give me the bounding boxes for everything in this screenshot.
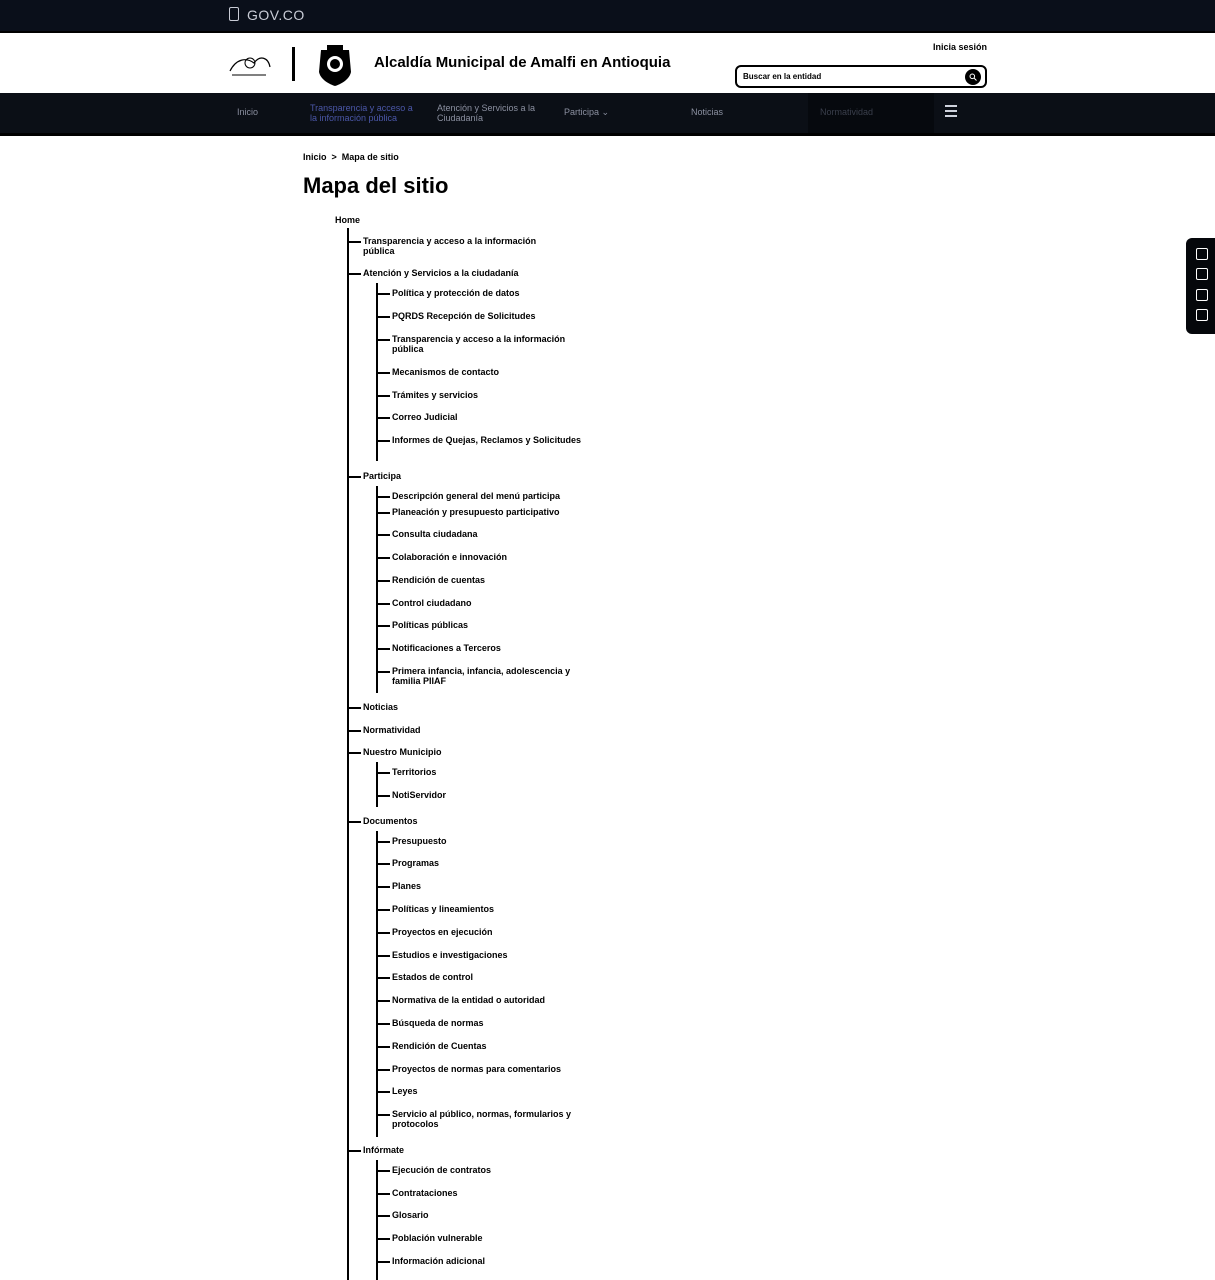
sitemap-link[interactable]: Población vulnerable bbox=[378, 1233, 582, 1243]
sitemap-root-home[interactable]: Home bbox=[335, 215, 360, 225]
sitemap-link[interactable]: Proyectos de normas para comentarios bbox=[378, 1064, 582, 1074]
site-title[interactable]: Alcaldía Municipal de Amalfi en Antioqui… bbox=[374, 54, 670, 71]
govco-icon bbox=[229, 7, 239, 21]
sitemap-transparencia[interactable]: Transparencia y acceso a la información … bbox=[349, 236, 553, 256]
breadcrumb-separator: > bbox=[331, 152, 337, 162]
breadcrumb: Inicio > Mapa de sitio bbox=[303, 152, 399, 162]
sitemap-link[interactable]: Control ciudadano bbox=[378, 598, 582, 608]
govco-link[interactable]: GOV.CO bbox=[229, 7, 305, 23]
nav-atencion[interactable]: Atención y Servicios a la Ciudadanía bbox=[437, 103, 547, 123]
tree-line-municipio bbox=[376, 762, 378, 807]
contrast-icon[interactable] bbox=[1196, 248, 1208, 260]
government-logo[interactable] bbox=[226, 49, 274, 81]
sitemap-link[interactable]: Transparencia y acceso a la información … bbox=[378, 334, 582, 354]
sitemap-link[interactable]: PQRDS Recepción de Solicitudes bbox=[378, 311, 582, 321]
sitemap-link[interactable]: Proyectos en ejecución bbox=[378, 927, 582, 937]
sitemap-link[interactable]: NotiServidor bbox=[378, 790, 582, 800]
accessibility-center-icon[interactable] bbox=[1196, 309, 1208, 321]
search-input[interactable]: Buscar en la entidad bbox=[743, 72, 821, 81]
sitemap-link[interactable]: Informes de Quejas, Reclamos y Solicitud… bbox=[378, 435, 582, 445]
sitemap-link[interactable]: Territorios bbox=[378, 767, 582, 777]
sitemap-link[interactable]: Glosario bbox=[378, 1210, 582, 1220]
sitemap-documentos[interactable]: Documentos bbox=[349, 816, 553, 826]
sitemap-normatividad[interactable]: Normatividad bbox=[349, 725, 553, 735]
search-icon bbox=[969, 73, 977, 81]
sitemap-link[interactable]: Rendición de Cuentas bbox=[378, 1041, 582, 1051]
search-box[interactable]: Buscar en la entidad bbox=[735, 65, 987, 88]
sitemap-link[interactable]: Rendición de cuentas bbox=[378, 575, 582, 585]
nav-noticias[interactable]: Noticias bbox=[691, 107, 723, 117]
sitemap-link[interactable]: Políticas públicas bbox=[378, 620, 582, 630]
nav-normatividad[interactable]: Normatividad bbox=[808, 93, 934, 133]
gov-topbar: GOV.CO bbox=[0, 0, 1215, 31]
nav-participa[interactable]: Participa ⌄ bbox=[564, 107, 609, 117]
font-size-decrease-icon[interactable] bbox=[1196, 289, 1208, 301]
sitemap-link[interactable]: Normativa de la entidad o autoridad bbox=[378, 995, 582, 1005]
municipal-seal-logo[interactable] bbox=[313, 42, 357, 88]
sitemap-link[interactable]: Correo Judicial bbox=[378, 412, 582, 422]
sitemap-link[interactable]: Planeación y presupuesto participativo bbox=[378, 507, 582, 517]
sitemap-informate[interactable]: Infórmate bbox=[349, 1145, 553, 1155]
nav-transparencia[interactable]: Transparencia y acceso a la información … bbox=[310, 103, 420, 123]
sitemap-atencion[interactable]: Atención y Servicios a la ciudadanía bbox=[349, 268, 553, 278]
tree-line-level1 bbox=[347, 228, 349, 1280]
sitemap-link[interactable]: Ejecución de contratos bbox=[378, 1165, 582, 1175]
sitemap-link[interactable]: Estados de control bbox=[378, 972, 582, 982]
sitemap-link[interactable]: Estudios e investigaciones bbox=[378, 950, 582, 960]
header-divider bbox=[292, 47, 295, 81]
sitemap-link[interactable]: Descripción general del menú participa bbox=[378, 491, 582, 501]
login-link[interactable]: Inicia sesión bbox=[933, 42, 987, 52]
sitemap-link[interactable]: Programas bbox=[378, 858, 582, 868]
sitemap-link[interactable]: Política y protección de datos bbox=[378, 288, 582, 298]
sitemap-link[interactable]: Colaboración e innovación bbox=[378, 552, 582, 562]
menu-icon[interactable] bbox=[945, 105, 957, 120]
breadcrumb-home[interactable]: Inicio bbox=[303, 152, 327, 162]
sitemap-link[interactable]: Políticas y lineamientos bbox=[378, 904, 582, 914]
sitemap-link[interactable]: Trámites y servicios bbox=[378, 390, 582, 400]
search-button[interactable] bbox=[965, 69, 981, 85]
chevron-down-icon: ⌄ bbox=[601, 107, 610, 117]
sitemap-link[interactable]: Presupuesto bbox=[378, 836, 582, 846]
sitemap-link[interactable]: Búsqueda de normas bbox=[378, 1018, 582, 1028]
sitemap-link[interactable]: Primera infancia, infancia, adolescencia… bbox=[378, 666, 582, 686]
page-title: Mapa del sitio bbox=[303, 173, 449, 198]
accessibility-toolbar bbox=[1186, 238, 1215, 334]
breadcrumb-current: Mapa de sitio bbox=[341, 152, 399, 162]
nav-inicio[interactable]: Inicio bbox=[237, 107, 258, 117]
sitemap-link[interactable]: Leyes bbox=[378, 1086, 582, 1096]
site-header: Alcaldía Municipal de Amalfi en Antioqui… bbox=[0, 31, 1215, 95]
sitemap-link[interactable]: Contrataciones bbox=[378, 1188, 582, 1198]
sitemap-municipio[interactable]: Nuestro Municipio bbox=[349, 747, 553, 757]
sitemap-link[interactable]: Mecanismos de contacto bbox=[378, 367, 582, 377]
sitemap-link[interactable]: Consulta ciudadana bbox=[378, 529, 582, 539]
font-size-increase-icon[interactable] bbox=[1196, 268, 1208, 280]
sitemap-link[interactable]: Información adicional bbox=[378, 1256, 582, 1266]
main-navigation: Inicio Transparencia y acceso a la infor… bbox=[0, 93, 1215, 136]
tree-line-participa bbox=[376, 486, 378, 693]
sitemap-link[interactable]: Planes bbox=[378, 881, 582, 891]
sitemap-noticias[interactable]: Noticias bbox=[349, 702, 553, 712]
sitemap-link[interactable]: Notificaciones a Terceros bbox=[378, 643, 582, 653]
sitemap-participa[interactable]: Participa bbox=[349, 471, 553, 481]
sitemap-link[interactable]: Servicio al público, normas, formularios… bbox=[378, 1109, 582, 1129]
